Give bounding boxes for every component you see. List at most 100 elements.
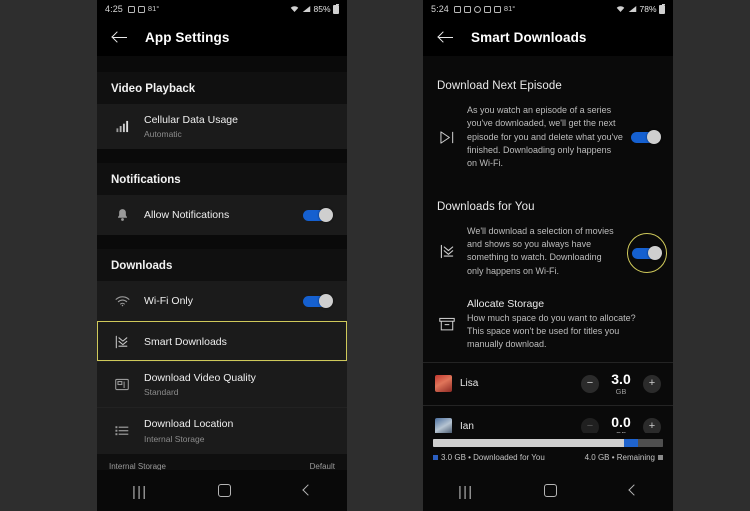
setting-body: As you watch an episode of a series you'… [467, 104, 631, 171]
row-text: Wi-Fi Only [144, 294, 303, 308]
row-text: Cellular Data Usage Automatic [144, 113, 333, 140]
instagram-icon [463, 5, 471, 13]
wifi-icon [617, 6, 625, 12]
row-cellular-data-usage[interactable]: Cellular Data Usage Automatic [97, 104, 347, 150]
page-title: Smart Downloads [471, 29, 587, 45]
row-smart-downloads[interactable]: Smart Downloads [97, 321, 347, 362]
back-arrow-icon[interactable] [437, 28, 455, 46]
toggle-knob [648, 246, 662, 261]
legend-label: 3.0 GB • Downloaded for You [441, 453, 545, 462]
bell-icon [111, 205, 133, 225]
back-chevron-icon[interactable] [301, 485, 312, 496]
setting-description: We'll download a selection of movies and… [467, 225, 614, 276]
profile-row-lisa: Lisa − 3.0 GB + [423, 361, 673, 405]
section-header-video-playback: Video Playback [97, 72, 347, 104]
storage-amount: 3.0 GB [608, 372, 634, 396]
row-text: Download Location Internal Storage [144, 417, 333, 444]
sim-icon [127, 5, 135, 13]
right-app-bar: Smart Downloads [423, 18, 673, 56]
row-subtitle: Standard [144, 387, 179, 398]
section-title-download-next-episode: Download Next Episode [437, 80, 562, 92]
home-square-icon[interactable] [543, 484, 557, 497]
row-allow-notifications[interactable]: Allow Notifications [97, 195, 347, 236]
row-title: Allow Notifications [144, 209, 230, 222]
downloads-for-you-toggle[interactable] [632, 246, 662, 261]
right-android-nav-bar: ||| [423, 470, 673, 511]
row-text: Smart Downloads [144, 335, 333, 349]
setting-body: We'll download a selection of movies and… [467, 225, 625, 278]
row-text: Download Video Quality Standard [144, 371, 333, 398]
allocate-storage-title: Allocate Storage [467, 297, 545, 310]
download-next-episode-toggle[interactable] [631, 130, 661, 145]
row-title: Wi-Fi Only [144, 295, 193, 308]
spacer [97, 56, 347, 72]
play-next-icon [435, 125, 459, 149]
row-title: Download Video Quality [144, 372, 256, 385]
photos-icon [137, 5, 145, 13]
storage-box-icon [435, 312, 459, 336]
decrement-button[interactable]: − [581, 374, 599, 393]
allocation-summary-block: 3.0 GB • Downloaded for You 4.0 GB • Rem… [423, 433, 673, 470]
page-title: App Settings [145, 29, 230, 45]
row-download-location[interactable]: Download Location Internal Storage [97, 407, 347, 454]
row-text: Allow Notifications [144, 208, 303, 222]
smart-downloads-icon [111, 332, 133, 352]
row-download-video-quality[interactable]: Download Video Quality Standard [97, 361, 347, 408]
row-subtitle: Automatic [144, 129, 182, 140]
right-status-bar: 5:24 81° 78% [423, 0, 673, 18]
video-quality-icon [111, 375, 133, 395]
recents-icon[interactable]: ||| [132, 483, 147, 499]
back-chevron-icon[interactable] [627, 485, 638, 496]
battery-percent: 85% [313, 4, 331, 14]
screenshot-canvas: 4:25 81° 85% App Settings Video Playback… [0, 0, 750, 511]
legend-label: 4.0 GB • Remaining [584, 453, 655, 462]
home-square-icon[interactable] [217, 484, 231, 497]
allocate-storage-description: How much space do you want to allocate? … [467, 312, 636, 350]
wifi-icon [111, 291, 133, 311]
legend-swatch [433, 455, 438, 460]
section-title-downloads-for-you: Downloads for You [437, 200, 535, 213]
spacer [97, 149, 347, 164]
legend-swatch [658, 455, 663, 460]
row-title: Cellular Data Usage [144, 114, 238, 126]
wifi-icon [291, 6, 299, 12]
signal-icon [628, 6, 637, 12]
sim-icon [483, 5, 491, 13]
allocate-storage-body: Allocate Storage How much space do you w… [467, 298, 661, 352]
allocation-bar [433, 439, 663, 447]
amount-value: 3.0 [611, 370, 631, 387]
temperature-icon: 81° [503, 4, 516, 14]
profile-name: Ian [460, 421, 474, 433]
status-left-icons: 81° [453, 4, 516, 14]
recents-icon[interactable]: ||| [458, 483, 473, 499]
status-time: 4:25 [105, 4, 123, 14]
row-wifi-only[interactable]: Wi-Fi Only [97, 281, 347, 322]
right-phone-screenshot: 5:24 81° 78% Smart Downloads Download Ne… [423, 0, 673, 511]
money-icon [453, 5, 461, 13]
signal-icon [302, 6, 311, 12]
row-subtitle: Internal Storage [144, 433, 205, 444]
photos-icon [493, 5, 501, 13]
row-title: Download Location [144, 418, 234, 431]
amount-value: 0.0 [611, 413, 631, 430]
temperature-icon: 81° [147, 4, 160, 14]
setting-downloads-for-you[interactable]: We'll download a selection of movies and… [423, 219, 673, 288]
allocate-storage-block: Allocate Storage How much space do you w… [423, 288, 673, 362]
setting-download-next-episode[interactable]: As you watch an episode of a series you'… [423, 98, 673, 181]
toggle-knob [319, 294, 333, 309]
status-right-icons: 78% [616, 3, 665, 14]
spacer [97, 235, 347, 250]
section-header-notifications: Notifications [97, 163, 347, 196]
wifi-only-toggle[interactable] [303, 294, 333, 309]
back-arrow-icon[interactable] [111, 28, 129, 46]
left-status-bar: 4:25 81° 85% [97, 0, 347, 18]
allocation-legend: 3.0 GB • Downloaded for You 4.0 GB • Rem… [433, 453, 663, 462]
increment-button[interactable]: + [643, 374, 661, 393]
lisa-avatar [435, 375, 452, 393]
allow-notifications-toggle[interactable] [303, 208, 333, 223]
amount-unit: GB [615, 386, 627, 396]
download-icon [473, 5, 481, 13]
list-icon [111, 421, 133, 441]
smart-downloads-icon [435, 239, 459, 263]
legend-downloaded: 3.0 GB • Downloaded for You [433, 453, 545, 462]
